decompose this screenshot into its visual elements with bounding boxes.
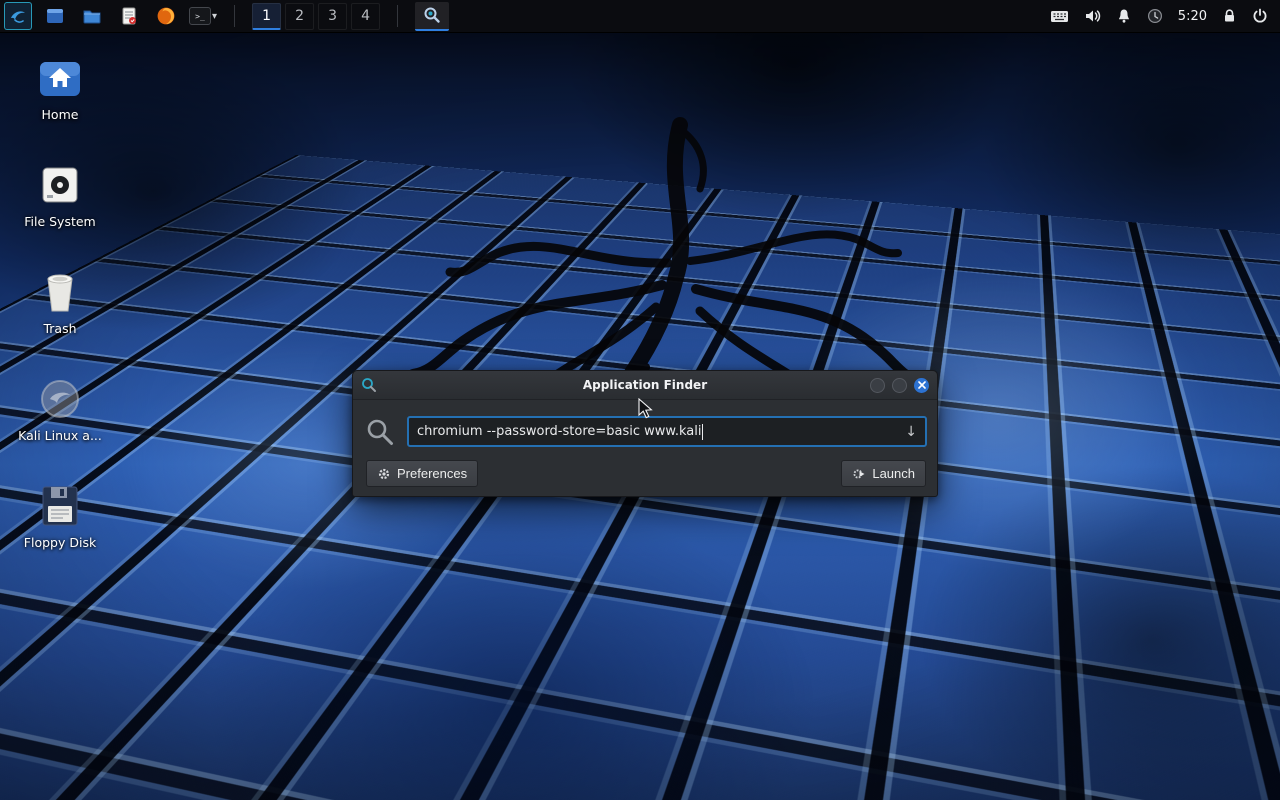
window-title: Application Finder bbox=[353, 378, 937, 392]
keyboard-layout-icon[interactable] bbox=[1050, 9, 1069, 24]
kali-logo-icon bbox=[8, 6, 28, 26]
window-controls bbox=[870, 378, 929, 393]
panel-separator bbox=[397, 5, 398, 27]
maximize-button[interactable] bbox=[892, 378, 907, 393]
search-icon bbox=[365, 417, 395, 447]
desktop-icon-label: File System bbox=[12, 214, 108, 229]
preferences-button[interactable]: Preferences bbox=[366, 460, 478, 487]
file-manager-launcher[interactable] bbox=[41, 2, 69, 30]
update-status-icon[interactable] bbox=[1147, 8, 1163, 24]
dropdown-arrow-icon[interactable]: ↓ bbox=[905, 424, 917, 440]
desktop-icon-home[interactable]: Home bbox=[12, 52, 108, 122]
folder-icon bbox=[82, 6, 102, 26]
button-row: Preferences Launch bbox=[365, 460, 927, 487]
desktop-icon-label: Floppy Disk bbox=[12, 535, 108, 550]
desktop-icon-trash[interactable]: Trash bbox=[12, 266, 108, 336]
minimize-button[interactable] bbox=[870, 378, 885, 393]
application-finder-window: Application Finder chromium --password-s… bbox=[352, 370, 938, 497]
power-logout-icon[interactable] bbox=[1252, 8, 1268, 24]
window-app-icon bbox=[361, 377, 377, 393]
home-icon bbox=[12, 52, 108, 104]
launch-button[interactable]: Launch bbox=[841, 460, 926, 487]
command-input[interactable]: chromium --password-store=basic www.kali… bbox=[407, 416, 927, 447]
panel-launchers: >_ ▾ 1 2 3 4 bbox=[0, 2, 449, 31]
file-system-icon bbox=[12, 159, 108, 211]
launch-label: Launch bbox=[872, 466, 915, 481]
workspace-3[interactable]: 3 bbox=[318, 3, 347, 30]
desktop-icon-kali-linux[interactable]: Kali Linux a... bbox=[12, 373, 108, 443]
titlebar[interactable]: Application Finder bbox=[353, 371, 937, 400]
terminal-launcher[interactable]: >_ ▾ bbox=[189, 7, 217, 25]
close-icon bbox=[918, 381, 926, 389]
text-editor-icon bbox=[119, 6, 139, 26]
terminal-dropdown-caret-icon[interactable]: ▾ bbox=[212, 11, 217, 22]
desktop-icon-label: Home bbox=[12, 107, 108, 122]
workspace-switcher: 1 2 3 4 bbox=[252, 3, 380, 30]
terminal-icon: >_ bbox=[189, 7, 211, 25]
preferences-label: Preferences bbox=[397, 466, 467, 481]
floppy-disk-icon bbox=[12, 480, 108, 532]
notifications-bell-icon[interactable] bbox=[1116, 8, 1132, 24]
launch-icon bbox=[852, 467, 866, 481]
clock[interactable]: 5:20 bbox=[1178, 9, 1207, 24]
search-row: chromium --password-store=basic www.kali… bbox=[365, 416, 927, 447]
command-text: chromium --password-store=basic www.kali bbox=[417, 424, 701, 439]
workspace-1[interactable]: 1 bbox=[252, 3, 281, 30]
lock-screen-icon[interactable] bbox=[1222, 8, 1237, 24]
close-button[interactable] bbox=[914, 378, 929, 393]
firefox-launcher[interactable] bbox=[152, 2, 180, 30]
text-cursor bbox=[702, 424, 703, 440]
panel-separator bbox=[234, 5, 235, 27]
taskbar-application-finder-button[interactable] bbox=[415, 2, 449, 31]
finder-body: chromium --password-store=basic www.kali… bbox=[353, 400, 937, 496]
desktop-icon-floppy-disk[interactable]: Floppy Disk bbox=[12, 480, 108, 550]
kali-installer-icon bbox=[12, 373, 108, 425]
text-editor-launcher[interactable] bbox=[115, 2, 143, 30]
file-manager-icon bbox=[45, 6, 65, 26]
desktop-icon-file-system[interactable]: File System bbox=[12, 159, 108, 229]
workspace-4[interactable]: 4 bbox=[351, 3, 380, 30]
gear-icon bbox=[377, 467, 391, 481]
trash-icon bbox=[12, 266, 108, 318]
top-panel: >_ ▾ 1 2 3 4 bbox=[0, 0, 1280, 33]
desktop-icon-label: Trash bbox=[12, 321, 108, 336]
application-finder-icon bbox=[423, 6, 441, 24]
files-folder-launcher[interactable] bbox=[78, 2, 106, 30]
system-tray: 5:20 bbox=[1050, 8, 1280, 24]
desktop-icon-label: Kali Linux a... bbox=[12, 428, 108, 443]
volume-icon[interactable] bbox=[1084, 8, 1101, 24]
firefox-icon bbox=[156, 6, 176, 26]
workspace-2[interactable]: 2 bbox=[285, 3, 314, 30]
applications-menu-button[interactable] bbox=[4, 2, 32, 30]
